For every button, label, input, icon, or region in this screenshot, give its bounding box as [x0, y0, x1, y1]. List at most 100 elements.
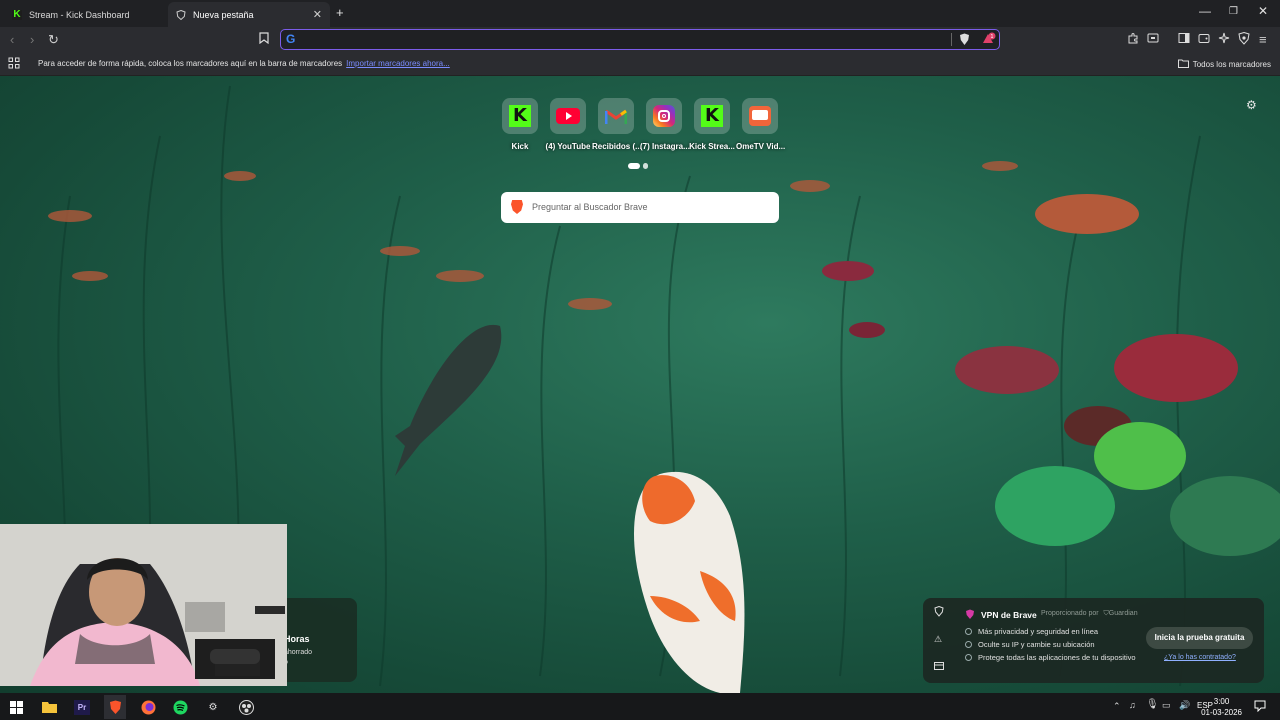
firefox-icon[interactable] [139, 698, 157, 716]
kick-icon: K [694, 98, 730, 134]
file-explorer-icon[interactable] [40, 698, 58, 716]
brave-lion-icon [511, 200, 523, 214]
tab-title: Nueva pestaña [193, 9, 254, 20]
vpn-feature-text: Oculte su IP y cambie su ubicación [978, 640, 1095, 649]
brave-shields-icon[interactable] [959, 33, 970, 51]
vpn-feature-text: Protege todas las aplicaciones de tu dis… [978, 653, 1136, 662]
search-placeholder: Preguntar al Buscador Brave [532, 202, 648, 212]
top-site-youtube[interactable]: (4) YouTube [544, 98, 592, 151]
taskbar-clock[interactable]: 3:00 01-03-2026 [1201, 696, 1242, 718]
tab-kick-dashboard[interactable]: K Stream - Kick Dashboard [4, 2, 168, 27]
kick-icon: K [502, 98, 538, 134]
forward-icon[interactable]: › [30, 32, 34, 48]
apps-grid-icon[interactable] [8, 57, 20, 71]
top-site-ometv[interactable]: OmeTV Vid... [736, 98, 786, 151]
vpn-logo-icon [965, 609, 975, 622]
sidebar-icon[interactable] [1178, 32, 1190, 48]
vpn-title: VPN de Brave [981, 610, 1037, 620]
tab-title: Stream - Kick Dashboard [29, 9, 130, 20]
warning-icon: ⚠ [934, 634, 943, 644]
windows-start-icon[interactable] [7, 698, 25, 716]
google-icon: G [286, 32, 296, 46]
menu-icon[interactable]: ≡ [1259, 32, 1267, 48]
premiere-pro-icon[interactable]: Pr [73, 698, 91, 716]
shield-icon [934, 605, 944, 619]
stats-line-2: ahorrado [284, 649, 313, 656]
address-input[interactable] [303, 31, 943, 47]
customize-gear-icon[interactable]: ⚙ [1246, 98, 1257, 112]
extensions-icon[interactable] [1127, 32, 1139, 48]
top-sites-page-2[interactable] [643, 163, 648, 169]
wallet-icon[interactable] [1147, 32, 1159, 48]
clock-date: 01-03-2026 [1201, 708, 1242, 717]
vpn-feature: Más privacidad y seguridad en línea [965, 627, 1098, 636]
vpn-feature-text: Más privacidad y seguridad en línea [978, 627, 1099, 636]
brave-wallet-icon[interactable] [1198, 32, 1210, 48]
check-icon [965, 641, 972, 648]
close-tab-icon[interactable]: ✕ [313, 8, 322, 21]
vpn-promo-panel: ⚠ VPN de Brave Proporcionado por ⛉Guardi… [923, 598, 1264, 683]
address-bar[interactable]: G 1 [280, 29, 1000, 50]
obs-icon[interactable] [237, 698, 255, 716]
restore-icon[interactable]: ❐ [1229, 6, 1238, 17]
new-tab-icon[interactable]: + [336, 5, 344, 20]
import-bookmarks-link[interactable]: Importar marcadores ahora... [346, 59, 450, 68]
top-site-label: OmeTV Vid... [736, 142, 786, 151]
reload-icon[interactable]: ↻ [48, 32, 59, 48]
check-icon [965, 654, 972, 661]
brave-search-box[interactable]: Preguntar al Buscador Brave [501, 192, 779, 223]
brave-shield-icon [176, 9, 186, 20]
back-icon[interactable]: ‹ [10, 32, 14, 48]
vpn-provider-name: Guardian [1108, 610, 1138, 617]
settings-gear-icon[interactable]: ⚙ [204, 698, 222, 716]
top-sites-page-1[interactable] [628, 163, 640, 169]
youtube-icon [550, 98, 586, 134]
network-icon[interactable]: ▭ [1162, 700, 1171, 711]
tab-strip: K Stream - Kick Dashboard Nueva pestaña … [0, 0, 1280, 27]
all-bookmarks-button[interactable]: Todos los marcadores [1177, 59, 1271, 69]
vpn-provider: Proporcionado por ⛉Guardian [1041, 610, 1138, 618]
bookmark-icon[interactable] [259, 32, 269, 48]
spotify-icon[interactable] [171, 698, 189, 716]
gmail-icon [598, 98, 634, 134]
already-purchased-link[interactable]: ¿Ya lo has contratado? [1164, 654, 1236, 661]
top-site-instagram[interactable]: (7) Instagra... [640, 98, 690, 151]
rewards-badge: 1 [990, 34, 993, 40]
headset-icon[interactable]: ♫ [1129, 700, 1136, 710]
vpn-feature: Oculte su IP y cambie su ubicación [965, 640, 1095, 649]
card-icon [934, 662, 944, 672]
vpn-icon[interactable] [1238, 31, 1250, 49]
notifications-icon[interactable] [1254, 699, 1266, 717]
close-window-icon[interactable]: ✕ [1258, 4, 1268, 18]
bookmarks-hint-text: Para acceder de forma rápida, coloca los… [38, 59, 343, 68]
leo-ai-icon[interactable] [1218, 32, 1230, 48]
minimize-icon[interactable]: — [1199, 4, 1211, 18]
check-icon [965, 628, 972, 635]
top-site-label: (7) Instagra... [640, 142, 690, 151]
webcam-person-image [0, 524, 287, 686]
microphone-icon[interactable]: 🎙 [1146, 699, 1159, 710]
toolbar: ‹ › ↻ G 1 ≡ [0, 27, 1280, 53]
webcam-overlay [0, 524, 287, 686]
ometv-icon [742, 98, 778, 134]
bookmarks-bar: Para acceder de forma rápida, coloca los… [0, 53, 1280, 76]
top-site-gmail[interactable]: Recibidos (... [592, 98, 642, 151]
tab-new-tab[interactable]: Nueva pestaña ✕ [168, 2, 330, 27]
brave-rewards-icon[interactable]: 1 [982, 32, 996, 51]
instagram-icon [646, 98, 682, 134]
brave-taskbar-icon[interactable] [104, 695, 126, 719]
start-free-trial-button[interactable]: Inicia la prueba gratuita [1146, 627, 1253, 649]
vpn-feature: Protege todas las aplicaciones de tu dis… [965, 653, 1136, 662]
tray-chevron-icon[interactable]: ⌃ [1113, 701, 1121, 712]
top-site-label: Kick Strea... [689, 142, 735, 151]
bookmarks-hint: Para acceder de forma rápida, coloca los… [38, 59, 450, 68]
kick-icon: K [12, 8, 22, 20]
volume-icon[interactable]: 🔊 [1179, 700, 1190, 711]
clock-time: 3:00 [1213, 697, 1230, 706]
all-bookmarks-label: Todos los marcadores [1192, 60, 1271, 69]
taskbar: Pr ⚙ ⌃ ♫ 🎙 ▭ 🔊 ESP 3:00 01-03-2026 [0, 693, 1280, 720]
top-site-label: Recibidos (... [592, 142, 642, 151]
top-site-kick-studio[interactable]: K Kick Strea... [688, 98, 736, 151]
top-site-label: (4) YouTube [545, 142, 591, 151]
top-site-kick[interactable]: K Kick [496, 98, 544, 151]
